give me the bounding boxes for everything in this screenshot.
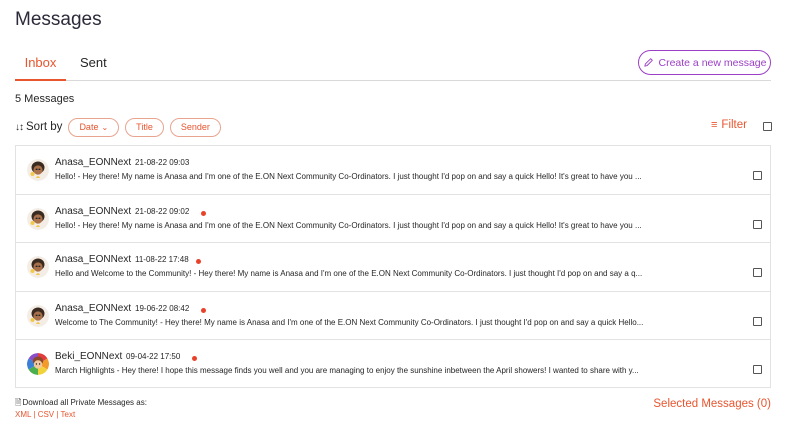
download-label: 🗎Download all Private Messages as: [15, 397, 147, 411]
pencil-icon [643, 58, 653, 67]
message-checkbox[interactable] [753, 268, 762, 278]
message-preview[interactable]: Hello! - Hey there! My name is Anasa and… [55, 172, 743, 181]
sort-title-button[interactable]: Title [125, 117, 164, 137]
file-icon: 🗎 [15, 398, 22, 407]
unread-indicator [196, 259, 201, 265]
sender-name[interactable]: Beki_EONNext [55, 351, 122, 362]
message-preview[interactable]: Hello and Welcome to the Community! - He… [55, 269, 743, 278]
sort-date-button[interactable]: Date ⌄ [68, 117, 120, 137]
download-formats: XML | CSV | Text [15, 410, 75, 419]
unread-indicator [201, 307, 206, 313]
message-preview[interactable]: Welcome to The Community! - Hey there! M… [55, 318, 743, 327]
create-message-label: Create a new message [658, 56, 767, 69]
create-message-button[interactable]: Create a new message [638, 50, 771, 75]
filter-label: Filter [721, 119, 747, 131]
message-preview[interactable]: March Highlights - Hey there! I hope thi… [55, 366, 743, 375]
message-checkbox[interactable] [753, 316, 762, 326]
message-time: 19-06-22 08:42 [135, 303, 190, 313]
message-row[interactable]: Beki_EONNext 09-04-22 17:50 March Highli… [15, 339, 771, 388]
message-checkbox[interactable] [753, 171, 762, 180]
sort-title-label: Title [136, 122, 153, 132]
avatar-anasa [27, 256, 49, 279]
sender-name[interactable]: Anasa_EONNext [55, 157, 131, 168]
sender-name[interactable]: Anasa_EONNext [55, 206, 131, 217]
filter-button[interactable]: ≡ Filter [711, 119, 747, 131]
message-time: 21-08-22 09:02 [135, 206, 190, 216]
sliders-icon: ≡ [711, 119, 718, 131]
sort-label: Sort by [26, 121, 63, 133]
message-row[interactable]: Anasa_EONNext 19-06-22 08:42 Welcome to … [15, 290, 771, 340]
unread-indicator [201, 210, 206, 216]
avatar-anasa [27, 207, 49, 230]
select-all-checkbox[interactable] [763, 122, 772, 131]
download-xml-link[interactable]: XML [15, 410, 31, 419]
chevron-down-icon: ⌄ [101, 122, 109, 132]
download-text-link[interactable]: Text [61, 410, 76, 419]
tab-inbox[interactable]: Inbox [15, 52, 66, 81]
sender-name[interactable]: Anasa_EONNext [55, 303, 131, 314]
sort-bar: ↓↕ Sort by Date ⌄ Title Sender [15, 117, 227, 137]
tab-sent[interactable]: Sent [80, 52, 107, 78]
message-row[interactable]: Anasa_EONNext 21-08-22 09:02 Hello! - He… [15, 193, 771, 243]
message-row[interactable]: Anasa_EONNext 21-08-22 09:03 Hello! - He… [15, 145, 771, 194]
message-preview[interactable]: Hello! - Hey there! My name is Anasa and… [55, 221, 743, 230]
message-count: 5 Messages [15, 93, 75, 105]
message-time: 09-04-22 17:50 [126, 352, 181, 362]
selected-messages-button[interactable]: Selected Messages (0) [653, 398, 771, 410]
avatar-beki [27, 353, 49, 376]
download-text: Download all Private Messages as: [22, 398, 147, 407]
message-checkbox[interactable] [753, 219, 762, 229]
unread-indicator [192, 356, 197, 362]
avatar-anasa [27, 304, 49, 327]
page-title: Messages [15, 9, 102, 30]
download-csv-link[interactable]: CSV [38, 410, 54, 419]
avatar-anasa [27, 159, 49, 181]
message-time: 11-08-22 17:48 [135, 255, 189, 265]
message-list: Anasa_EONNext 21-08-22 09:03 Hello! - He… [15, 145, 771, 388]
message-time: 21-08-22 09:03 [135, 158, 190, 167]
message-checkbox[interactable] [753, 365, 762, 375]
sender-name[interactable]: Anasa_EONNext [55, 254, 131, 265]
sort-sender-label: Sender [180, 122, 210, 132]
sort-sender-button[interactable]: Sender [169, 117, 221, 137]
sort-date-label: Date [79, 122, 99, 132]
message-row[interactable]: Anasa_EONNext 11-08-22 17:48 Hello and W… [15, 242, 771, 291]
sort-icon: ↓↕ [15, 121, 24, 133]
